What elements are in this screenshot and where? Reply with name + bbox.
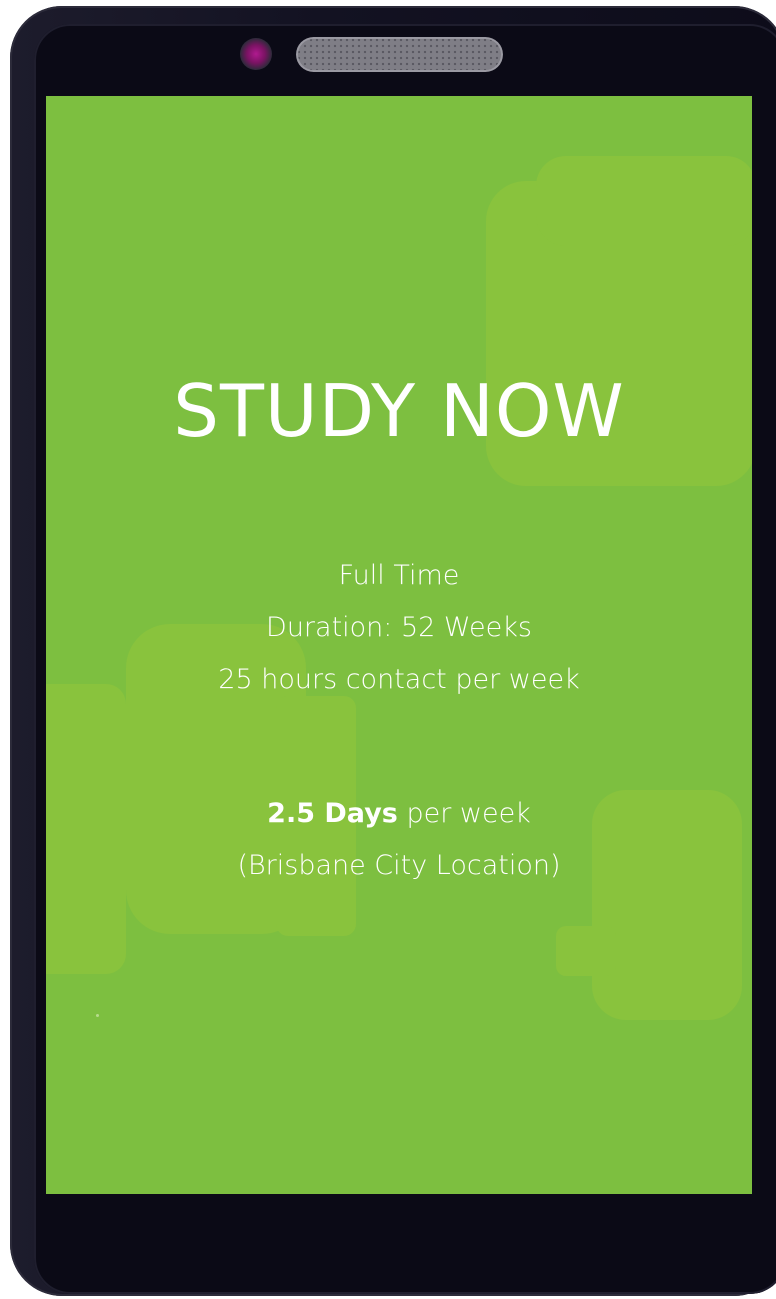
course-details: Full Time Duration: 52 Weeks 25 hours co…: [46, 550, 752, 706]
duration: Duration: 52 Weeks: [266, 612, 532, 643]
speaker-grille: [296, 37, 503, 72]
camera-icon: [240, 38, 272, 70]
days-count: 2.5 Days: [267, 798, 398, 829]
study-mode: Full Time: [338, 560, 460, 591]
contact-hours: 25 hours contact per week: [218, 664, 580, 695]
location: (Brisbane City Location): [237, 850, 561, 881]
background-shape: [556, 926, 616, 976]
phone-screen: STUDY NOW Full Time Duration: 52 Weeks 2…: [46, 96, 752, 1194]
days-per-week: 2.5 Days per week: [46, 788, 752, 840]
page: STUDY NOW Full Time Duration: 52 Weeks 2…: [0, 0, 776, 1299]
course-schedule: 2.5 Days per week (Brisbane City Locatio…: [46, 788, 752, 892]
days-suffix: per week: [397, 798, 531, 829]
decorative-dot: [96, 1014, 99, 1017]
background-shape: [536, 156, 752, 246]
page-title: STUDY NOW: [173, 369, 625, 453]
